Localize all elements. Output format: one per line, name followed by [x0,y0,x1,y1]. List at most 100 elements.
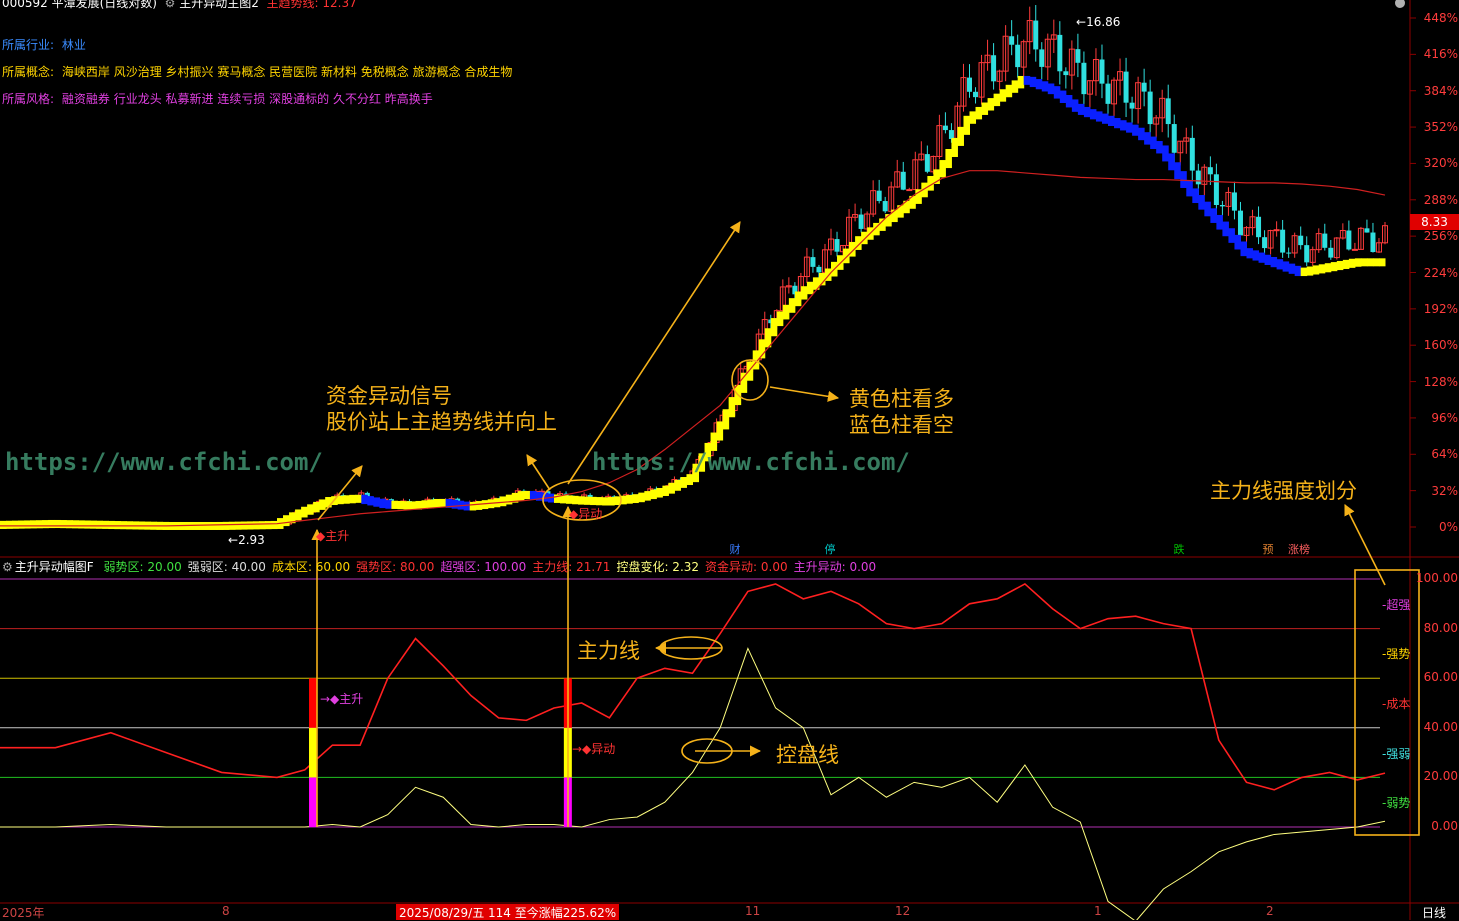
bull-block [1330,262,1338,272]
bear-block [1089,109,1097,120]
bear-block [1114,118,1121,129]
candle-body-down [1219,204,1225,207]
bull-block [505,494,513,505]
bear-block [1216,214,1223,230]
bull-block [6,520,13,529]
candle-body-down [1280,229,1286,253]
yidong-tag-text: 异动 [578,507,603,521]
candle-body-down [1165,98,1171,125]
indicator-gear-icon[interactable]: ⚙ [2,560,13,574]
bull-block [421,500,429,509]
bull-block [270,520,278,530]
bull-block [307,504,314,515]
bull-block [981,102,989,115]
bull-block [656,487,663,498]
candle-body-down [1033,20,1039,50]
bull-block [638,492,645,503]
indicator-axis-label: 0.00 [1431,819,1458,833]
bear-block [1264,254,1272,265]
bull-block [198,521,206,530]
candle-body-down [1213,174,1219,205]
bull-block [987,98,995,111]
bear-block [1246,248,1254,259]
price-axis-label: 448% [1423,11,1458,25]
bull-block [246,521,254,530]
bull-block [54,519,61,529]
bull-block [578,496,585,505]
bear-block [1023,75,1031,85]
low-price-value: 2.93 [238,533,265,547]
zhusheng-tag-text: 主升 [325,529,350,543]
candle-body-down [810,257,816,267]
zone-label: -强弱 [1382,746,1411,761]
bull-block [96,520,103,529]
indicator-param: 弱势区: 20.00 [103,560,182,574]
candle-body-down [1304,245,1310,263]
bull-block [84,520,91,529]
bear-block [1053,86,1061,99]
bull-block [204,521,212,530]
bull-block [572,495,579,505]
candle-body-down [973,91,979,98]
candle-body-down [1057,34,1063,72]
bull-block [584,496,591,505]
bull-block [337,495,344,505]
time-label-year: 2025年 [2,906,45,920]
bull-block [313,501,320,513]
zone-label: -成本 [1382,697,1411,711]
bear-block [1192,188,1199,204]
bear-block [1270,256,1278,268]
bull-block [602,497,609,506]
indicator-legend: ⚙ 主升异动幅图F 弱势区: 20.00 强弱区: 40.00 成本区: 60.00 强… [2,558,888,575]
indicator-param: 控盘变化: 2.32 [616,560,700,574]
candle-body-up [906,189,913,192]
event-badge-rank[interactable]: 涨榜 [1285,543,1313,556]
indicator-axis-label: 100.00 [1416,571,1458,585]
price-axis-label: 64% [1431,447,1458,462]
bull-block [1005,84,1013,98]
indicator-param: 超强区: 100.00 [440,560,527,574]
candle-body-down [1099,59,1105,84]
bull-block [1354,258,1362,267]
bull-block [216,521,224,530]
candle-body-up [1273,229,1280,232]
bear-block [1156,141,1163,154]
bull-block [566,495,573,504]
bull-block [1372,258,1380,267]
bull-block [951,137,958,157]
event-badge-forecast[interactable]: 预 [1261,543,1275,556]
bull-block [891,209,898,223]
candle-body-down [991,55,997,82]
bull-block [806,281,814,295]
candle-body-down [858,214,864,229]
bull-block [993,93,1001,107]
event-badge-finance[interactable]: 财 [728,543,742,556]
indicator-param: 强弱区: 40.00 [187,560,266,574]
bear-block [1029,76,1037,88]
high-price-value: 16.86 [1086,15,1121,29]
bull-bear-annotation: 黄色柱看多 蓝色柱看空 [849,386,954,438]
bear-annotation: 蓝色柱看空 [849,413,954,437]
candle-body-down [1105,83,1111,104]
price-axis-label: 384% [1423,83,1458,98]
bear-block [1204,201,1211,217]
event-badge-suspend[interactable]: 停 [823,543,837,556]
bull-block [301,506,308,518]
indicator-name[interactable]: 主升异动幅图F [15,560,94,574]
bull-block [12,520,19,529]
bear-block [1041,81,1049,92]
bear-block [1047,83,1055,95]
candle-body-down [1286,252,1292,254]
price-axis-label: 352% [1423,120,1458,135]
bear-block [463,501,471,511]
candle-body-down [1237,210,1243,236]
event-badge-drop[interactable]: 跌 [1172,543,1186,556]
watermark-left: https://www.cfchi.com/ [5,448,323,476]
candle-body-down [1063,71,1069,76]
ind-zhusheng-tag-text: 主升 [339,692,364,706]
bull-block [1336,260,1344,271]
period-label[interactable]: 日线 [1422,904,1446,920]
zone-label: -强势 [1382,647,1411,662]
bull-block [945,148,952,169]
price-axis-label: 96% [1431,410,1458,425]
